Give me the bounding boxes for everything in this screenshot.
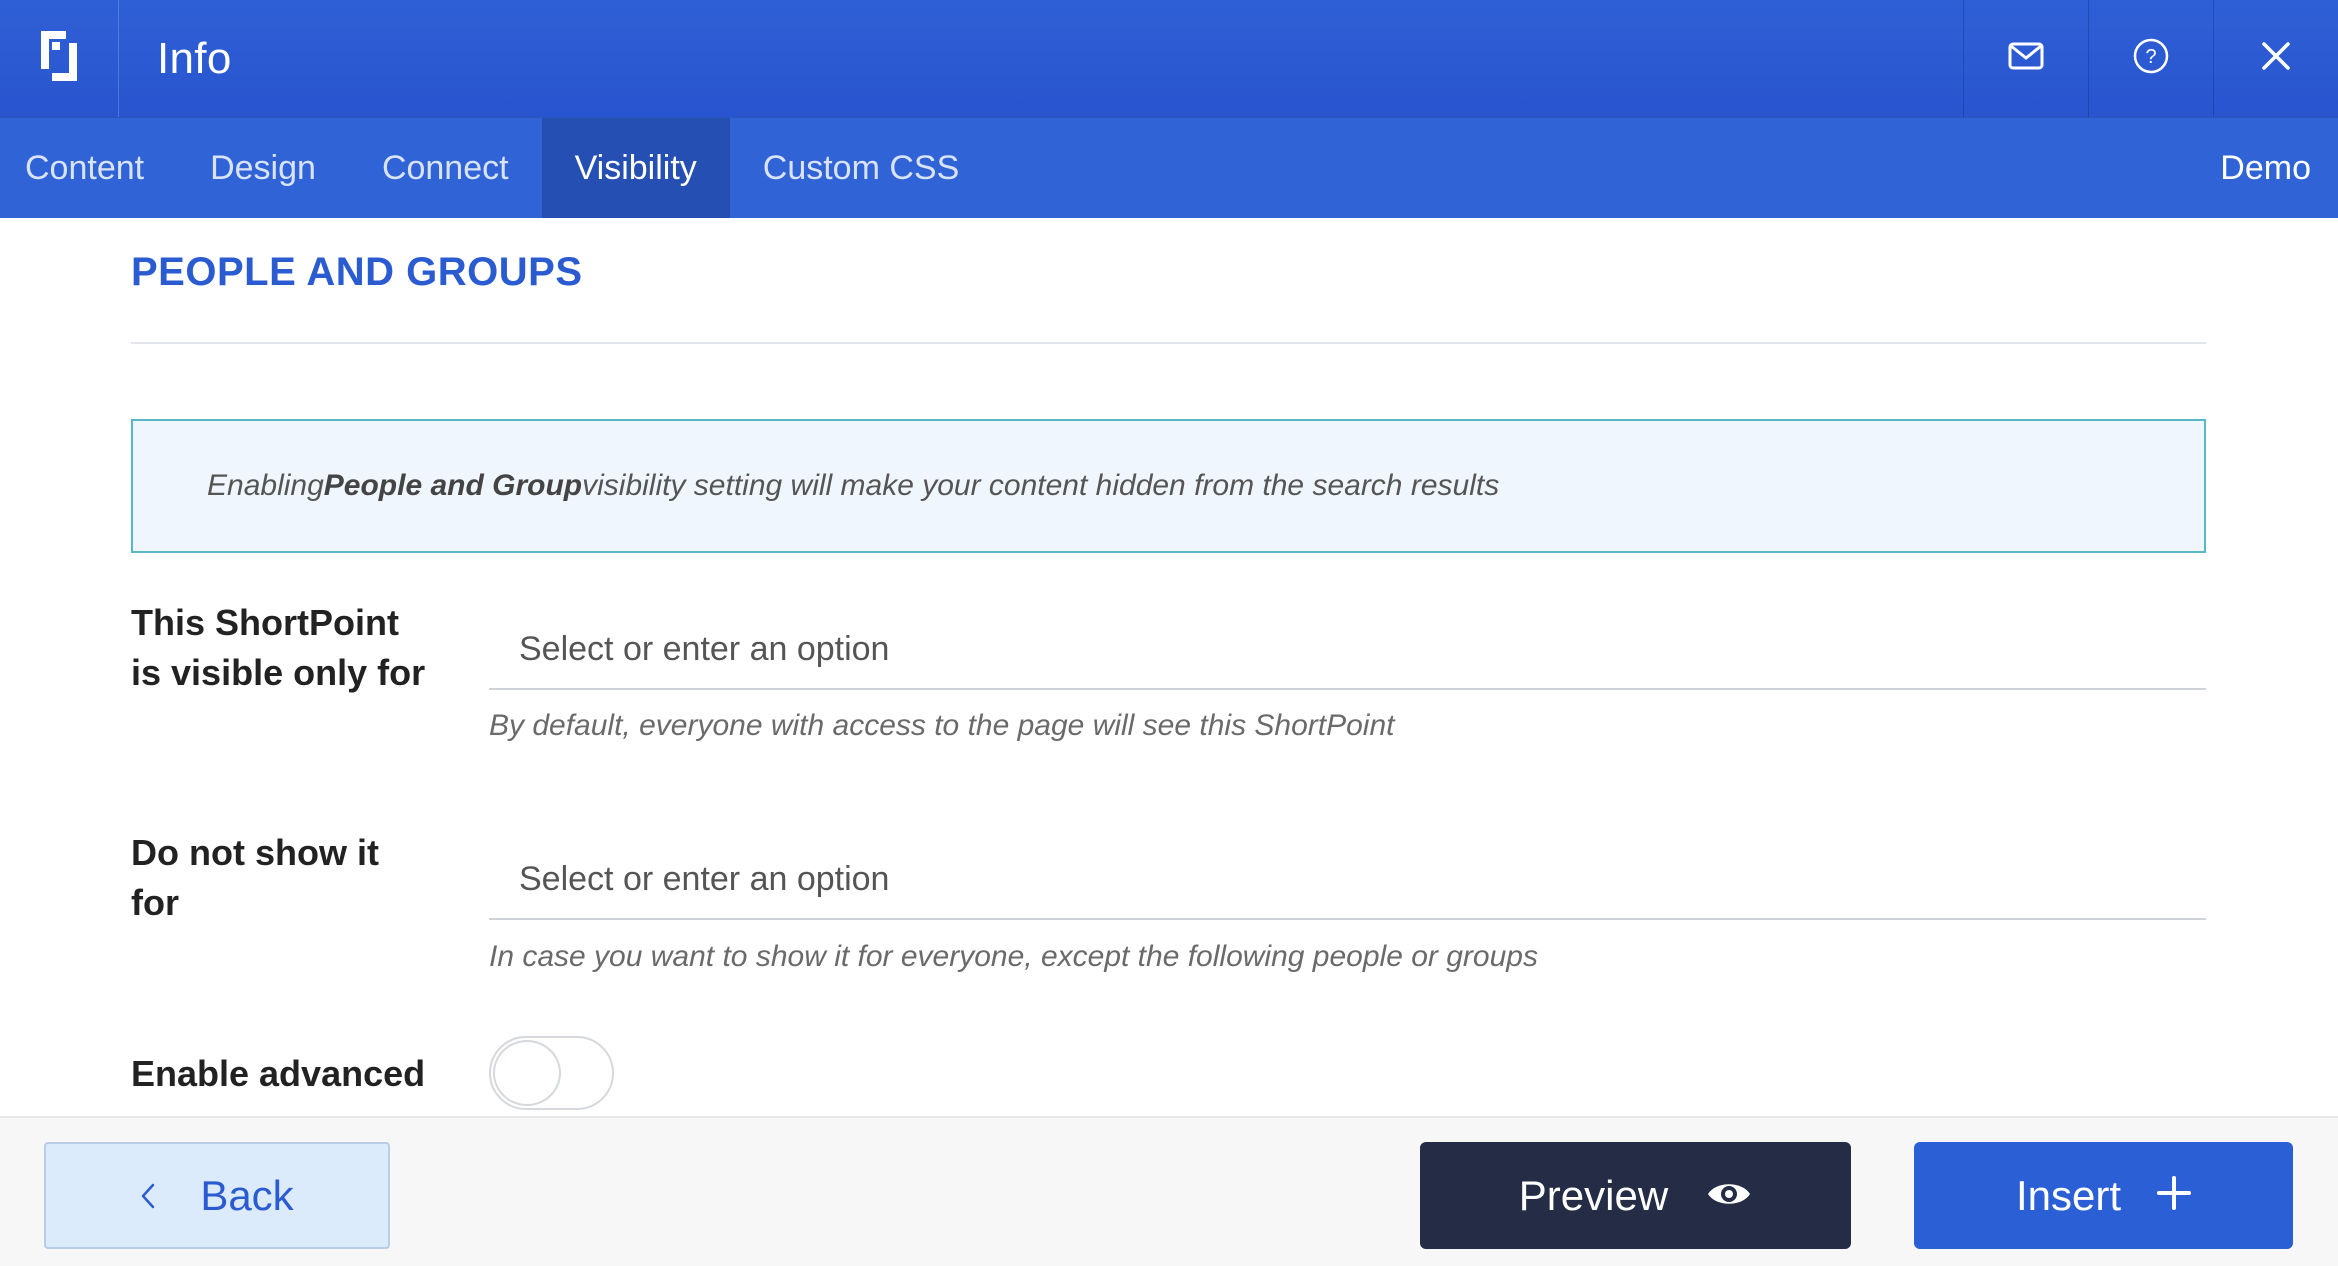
visible-only-for-placeholder: Select or enter an option: [519, 629, 890, 668]
do-not-show-for-select[interactable]: Select or enter an option: [489, 840, 2206, 920]
shortpoint-logo-icon: [39, 29, 79, 88]
back-button[interactable]: Back: [44, 1142, 390, 1249]
tab-content[interactable]: Content: [0, 118, 177, 218]
section-title: PEOPLE AND GROUPS: [131, 250, 583, 294]
mail-icon: [2008, 42, 2044, 75]
preview-button[interactable]: Preview: [1420, 1142, 1851, 1249]
back-label: Back: [200, 1171, 294, 1219]
plus-icon: [2157, 1172, 2192, 1220]
eye-icon: [1706, 1172, 1752, 1220]
dialog-title: Info: [157, 33, 232, 83]
svg-text:?: ?: [2145, 46, 2156, 68]
do-not-show-for-placeholder: Select or enter an option: [519, 859, 890, 898]
preview-label: Preview: [1518, 1171, 1669, 1219]
help-button[interactable]: ?: [2088, 0, 2213, 117]
chevron-left-icon: [140, 1172, 156, 1220]
close-icon: [2261, 41, 2291, 76]
do-not-show-for-label: Do not show it for: [131, 832, 379, 923]
tab-custom-css[interactable]: Custom CSS: [730, 118, 993, 218]
enable-advanced-label: Enable advanced: [131, 1053, 426, 1094]
help-icon: ?: [2132, 37, 2170, 80]
notice-suffix: visibility setting will make your conten…: [582, 469, 1500, 502]
mail-button[interactable]: [1963, 0, 2088, 117]
enable-advanced-toggle[interactable]: [489, 1036, 614, 1110]
visible-only-for-help: By default, everyone with access to the …: [489, 709, 1395, 742]
visible-only-for-select[interactable]: Select or enter an option: [489, 610, 2206, 690]
demo-link[interactable]: Demo: [2187, 118, 2338, 218]
section-divider: [131, 342, 2206, 344]
do-not-show-for-help: In case you want to show it for everyone…: [489, 940, 1538, 973]
insert-label: Insert: [2015, 1171, 2122, 1219]
insert-button[interactable]: Insert: [1914, 1142, 2293, 1249]
toggle-knob: [493, 1040, 561, 1106]
header-bar: Info ?: [0, 0, 2338, 117]
footer-bar: Back Preview Insert: [0, 1116, 2338, 1266]
notice-bold: People and Group: [323, 469, 583, 502]
editor-dialog: Info ? Content Design Connect Visibility…: [0, 0, 2338, 1266]
tab-visibility[interactable]: Visibility: [541, 118, 730, 218]
close-button[interactable]: [2213, 0, 2338, 117]
tab-connect[interactable]: Connect: [349, 118, 542, 218]
visible-only-for-label: This ShortPoint is visible only for: [131, 602, 426, 693]
tab-design[interactable]: Design: [177, 118, 349, 218]
tab-bar: Content Design Connect Visibility Custom…: [0, 117, 2338, 218]
visibility-panel: PEOPLE AND GROUPS Enabling People and Gr…: [0, 218, 2338, 1116]
logo: [0, 0, 119, 117]
search-visibility-notice: Enabling People and Group visibility set…: [131, 419, 2206, 553]
tab-spacer: [992, 118, 2187, 218]
notice-prefix: Enabling: [207, 469, 324, 502]
